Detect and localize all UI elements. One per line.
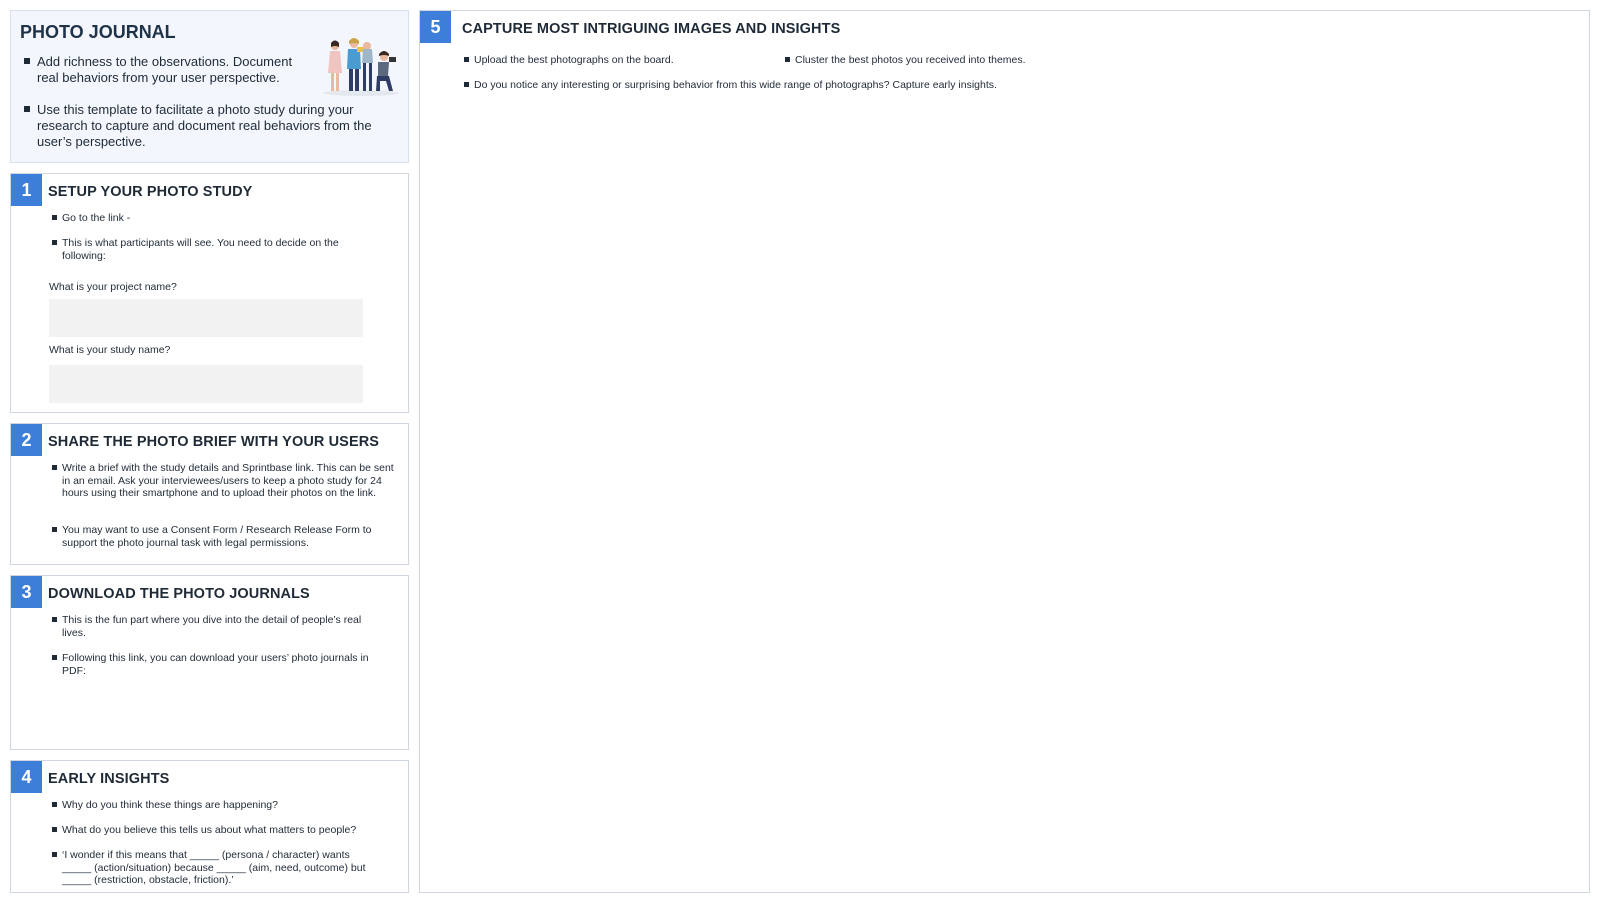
bullet-icon [52,465,57,470]
list-item: Do you notice any interesting or surpris… [464,79,1264,92]
list-item: This is what participants will see. You … [52,237,372,262]
bullet-icon [52,852,57,857]
step-title: DOWNLOAD THE PHOTO JOURNALS [48,586,310,602]
list-item: Why do you think these things are happen… [52,799,392,812]
step-title: SETUP YOUR PHOTO STUDY [48,184,253,200]
step5-panel[interactable]: 5 CAPTURE MOST INTRIGUING IMAGES AND INS… [419,10,1590,893]
bullet-icon [464,57,469,62]
intro-bullet: Add richness to the observations. Docume… [24,54,314,86]
list-item: Cluster the best photos you received int… [785,54,1185,67]
study-name-field[interactable] [49,365,363,403]
list-item: Following this link, you can download yo… [52,652,392,677]
bullet-icon [52,655,57,660]
intro-bullet: Use this template to facilitate a photo … [24,102,384,150]
bullet-icon [52,827,57,832]
bullet-icon [52,527,57,532]
bullet-icon [24,58,30,64]
list-item: Upload the best photographs on the board… [464,54,784,67]
step3-panel: 3 DOWNLOAD THE PHOTO JOURNALS This is th… [10,575,409,750]
page-title: PHOTO JOURNAL [20,22,176,42]
step-number: 4 [11,761,42,793]
step4-panel: 4 EARLY INSIGHTS Why do you think these … [10,760,409,893]
bullet-icon [785,57,790,62]
step-title: CAPTURE MOST INTRIGUING IMAGES AND INSIG… [462,21,841,37]
step-title: SHARE THE PHOTO BRIEF WITH YOUR USERS [48,434,380,450]
list-item: Go to the link - [52,212,392,225]
step-title: EARLY INSIGHTS [48,771,170,787]
list-item: You may want to use a Consent Form / Res… [52,524,397,549]
step-number: 2 [11,424,42,456]
bullet-icon [52,802,57,807]
project-name-field[interactable] [49,299,363,337]
step-number: 1 [11,174,42,206]
bullet-icon [52,240,57,245]
bullet-icon [52,617,57,622]
step1-panel: 1 SETUP YOUR PHOTO STUDY Go to the link … [10,173,409,413]
bullet-icon [24,106,30,112]
study-name-label: What is your study name? [49,344,171,356]
people-photographing-icon [323,38,399,96]
step2-panel: 2 SHARE THE PHOTO BRIEF WITH YOUR USERS … [10,423,409,565]
list-item: This is the fun part where you dive into… [52,614,372,639]
step-number: 5 [420,11,451,43]
bullet-icon [464,82,469,87]
list-item: Write a brief with the study details and… [52,462,402,500]
step-number: 3 [11,576,42,608]
list-item: ‘I wonder if this means that _____ (pers… [52,849,372,887]
list-item: What do you believe this tells us about … [52,824,397,837]
project-name-label: What is your project name? [49,281,177,293]
bullet-icon [52,215,57,220]
intro-panel: PHOTO JOURNAL Add richness to the observ… [10,10,409,163]
